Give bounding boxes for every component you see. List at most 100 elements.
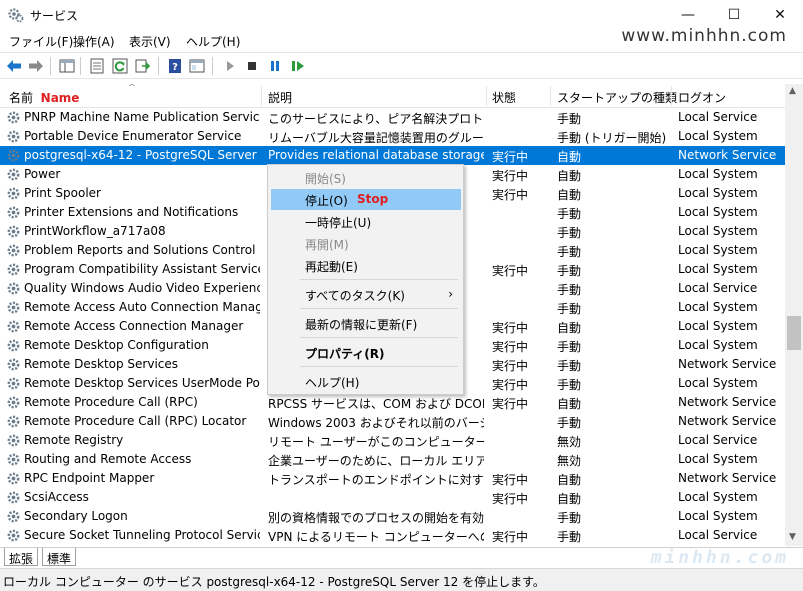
service-name: Portable Device Enumerator Service [24, 129, 242, 143]
context-menu-pause[interactable]: 一時停止(U) [271, 211, 461, 232]
tab-extended[interactable]: 拡張 [4, 548, 39, 566]
pause-service-button[interactable] [266, 57, 284, 75]
menu-help[interactable]: ヘルプ(H) [186, 33, 240, 50]
console-view-button[interactable] [188, 57, 206, 75]
context-menu-restart[interactable]: 再起動(E) [271, 255, 461, 276]
service-status: 実行中 [492, 530, 529, 544]
service-startup-type: 手動 [557, 226, 582, 240]
column-divider[interactable] [486, 86, 487, 106]
view-tabs: 拡張 標準 minhhn.com [0, 547, 803, 568]
service-logon: Local System [678, 205, 758, 219]
menu-file[interactable]: ファイル(F) [9, 33, 73, 50]
context-menu-separator [300, 279, 458, 280]
service-gear-icon [7, 339, 20, 352]
tab-standard[interactable]: 標準 [42, 548, 77, 566]
refresh-icon [112, 58, 128, 74]
watermark-top: www.minhhn.com [621, 26, 787, 46]
context-menu-label: ヘルプ(H) [305, 376, 360, 390]
service-gear-icon [7, 396, 20, 409]
context-menu-help[interactable]: ヘルプ(H) [271, 371, 461, 392]
service-startup-type: 手動 [557, 245, 582, 259]
service-gear-icon [7, 282, 20, 295]
service-name: Routing and Remote Access [24, 452, 192, 466]
restart-service-button[interactable] [289, 57, 307, 75]
service-name: Quality Windows Audio Video Experience [24, 281, 260, 295]
service-description: RPCSS サービスは、COM および DCOM サ... [268, 397, 484, 411]
context-menu-start[interactable]: 開始(S) [271, 167, 461, 188]
service-row[interactable]: ScsiAccess 実行中 自動 Local System [0, 488, 785, 507]
service-row[interactable]: Secondary Logon 別の資格情報でのプロセスの開始を有効に... 手動 L… [0, 507, 785, 526]
service-logon: Network Service [678, 395, 777, 409]
stop-service-button[interactable] [243, 57, 261, 75]
service-row[interactable]: Remote Procedure Call (RPC) Locator Windo… [0, 412, 785, 431]
column-header-name[interactable]: 名前 Name [9, 89, 79, 106]
service-row[interactable]: Routing and Remote Access 企業ユーザーのために、ローカル… [0, 450, 785, 469]
svg-text:?: ? [172, 62, 178, 73]
toolbar-separator [80, 57, 81, 75]
stop-icon [248, 62, 256, 70]
service-startup-type: 無効 [557, 454, 582, 468]
column-divider[interactable] [671, 86, 672, 106]
service-status: 実行中 [492, 321, 529, 335]
service-description: リムーバブル大容量記憶装置用のグループ ... [268, 131, 484, 145]
console-tree-icon [59, 59, 75, 73]
show-hide-console-button[interactable] [58, 57, 76, 75]
properties-toolbar-button[interactable] [88, 57, 106, 75]
scroll-down-icon[interactable]: ▼ [789, 532, 796, 542]
service-gear-icon [7, 130, 20, 143]
service-startup-type: 自動 [557, 397, 582, 411]
play-icon [227, 61, 234, 71]
service-startup-type: 手動 [557, 302, 582, 316]
service-startup-type: 手動 (トリガー開始) [557, 131, 667, 145]
context-menu-properties[interactable]: プロパティ(R) [271, 342, 461, 363]
service-row[interactable]: Portable Device Enumerator Service リムーバブル… [0, 127, 785, 146]
column-header-description[interactable]: 説明 [268, 89, 292, 106]
vertical-scrollbar[interactable]: ▲ ▼ [785, 84, 803, 546]
column-divider[interactable] [550, 86, 551, 106]
column-header-status[interactable]: 状態 [492, 89, 516, 106]
service-startup-type: 手動 [557, 359, 582, 373]
service-startup-type: 手動 [557, 378, 582, 392]
service-row[interactable]: Remote Procedure Call (RPC) RPCSS サービスは、C… [0, 393, 785, 412]
service-startup-type: 手動 [557, 511, 582, 525]
service-gear-icon [7, 263, 20, 276]
back-button[interactable] [5, 57, 23, 75]
service-startup-type: 手動 [557, 112, 582, 126]
scroll-up-icon[interactable]: ▲ [789, 86, 796, 96]
column-header-row: 名前 Name ^ 説明 状態 スタートアップの種類 ログオン [0, 84, 785, 108]
context-menu-label: プロパティ(R) [305, 347, 385, 361]
service-logon: Local System [678, 186, 758, 200]
service-gear-icon [7, 149, 20, 162]
context-menu-label: 再起動(E) [305, 260, 358, 274]
forward-button[interactable] [27, 57, 45, 75]
service-logon: Local System [678, 452, 758, 466]
column-divider[interactable] [261, 86, 262, 106]
refresh-toolbar-button[interactable] [111, 57, 129, 75]
help-book-icon: ? [169, 59, 181, 73]
help-toolbar-button[interactable]: ? [166, 57, 184, 75]
context-menu-all-tasks[interactable]: すべてのタスク(K) › [271, 284, 461, 305]
column-header-startup-type[interactable]: スタートアップの種類 [557, 89, 677, 106]
menu-view[interactable]: 表示(V) [129, 33, 171, 50]
service-row[interactable]: PNRP Machine Name Publication Service このサ… [0, 108, 785, 127]
service-description: トランスポートのエンドポイントに対する RPC ... [268, 473, 484, 487]
service-gear-icon [7, 358, 20, 371]
service-row[interactable]: Secure Socket Tunneling Protocol Service… [0, 526, 785, 545]
service-name: RPC Endpoint Mapper [24, 471, 155, 485]
context-menu-refresh[interactable]: 最新の情報に更新(F) [271, 313, 461, 334]
service-row[interactable]: Remote Registry リモート ユーザーがこのコンピューターのレジス..… [0, 431, 785, 450]
column-header-logon[interactable]: ログオン [678, 89, 726, 106]
service-row[interactable]: postgresql-x64-12 - PostgreSQL Server 12… [0, 146, 785, 165]
export-list-button[interactable] [134, 57, 152, 75]
service-logon: Local Service [678, 281, 758, 295]
scroll-thumb[interactable] [787, 316, 801, 350]
start-service-button[interactable] [221, 57, 239, 75]
context-menu-resume[interactable]: 再開(M) [271, 233, 461, 254]
close-icon: ✕ [774, 7, 786, 23]
context-menu-label: 一時停止(U) [305, 216, 372, 230]
context-menu-stop[interactable]: 停止(O) Stop [271, 189, 461, 210]
service-name: Secure Socket Tunneling Protocol Service [24, 528, 260, 542]
minimize-icon: — [681, 7, 695, 23]
menu-action[interactable]: 操作(A) [73, 33, 115, 50]
service-row[interactable]: RPC Endpoint Mapper トランスポートのエンドポイントに対する R… [0, 469, 785, 488]
